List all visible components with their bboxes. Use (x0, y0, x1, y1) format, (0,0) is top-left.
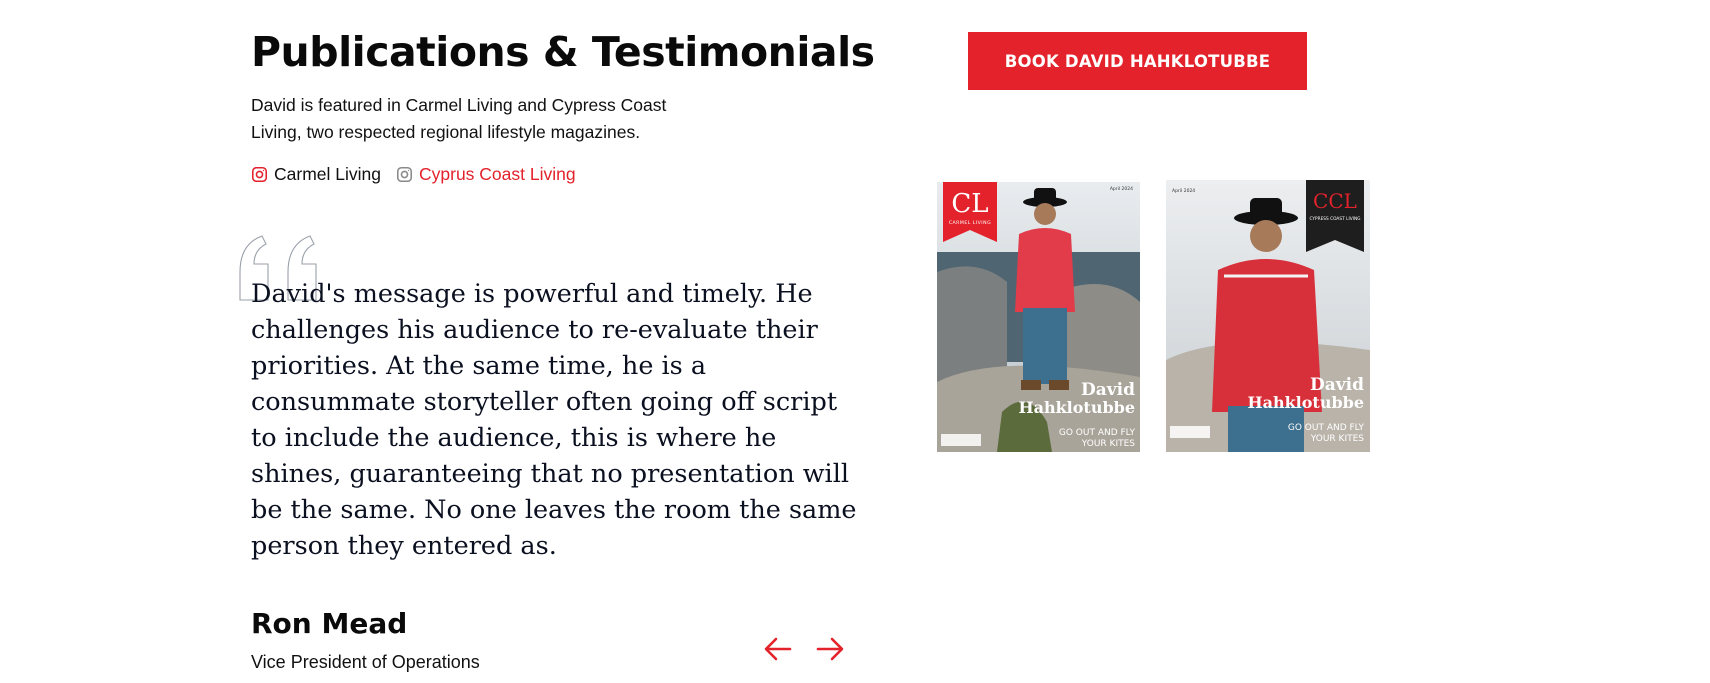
book-david-button[interactable]: BOOK DAVID HAHKLOTUBBE (968, 32, 1307, 90)
instagram-icon (396, 166, 413, 183)
cl-cover-name-last: Hahklotubbe (1018, 398, 1135, 417)
carmel-living-cover[interactable]: CL CARMEL LIVING April 2024 David Hahklo… (937, 182, 1140, 452)
cl-issue-date: April 2024 (1110, 186, 1133, 192)
arrow-left-icon[interactable] (763, 636, 793, 662)
ccl-issue-date: April 2024 (1172, 188, 1195, 194)
testimonial-quote: David's message is powerful and timely. … (251, 279, 857, 561)
arrow-right-icon[interactable] (815, 636, 845, 662)
cl-masthead: CL (951, 189, 988, 219)
testimonial-author: Ron Mead (251, 607, 408, 640)
testimonial-role: Vice President of Operations (251, 652, 480, 672)
ccl-cover-tagline-1: GO OUT AND FLY (1288, 423, 1365, 433)
instagram-icon (251, 166, 268, 183)
cl-cover-tagline-2: YOUR KITES (1081, 439, 1136, 449)
carmel-living-link[interactable]: Carmel Living (251, 164, 381, 185)
ccl-masthead: CCL (1313, 189, 1357, 213)
cyprus-coast-living-link[interactable]: Cyprus Coast Living (396, 164, 576, 185)
carmel-living-cover-image: CL CARMEL LIVING April 2024 David Hahklo… (937, 182, 1140, 452)
cypress-coast-living-cover[interactable]: CCL CYPRESS COAST LIVING April 2024 Davi… (1166, 180, 1370, 452)
cypress-coast-living-cover-image: CCL CYPRESS COAST LIVING April 2024 Davi… (1166, 180, 1370, 452)
carmel-living-label: Carmel Living (274, 164, 381, 184)
ccl-cover-name-first: David (1310, 375, 1364, 395)
cl-cover-name-first: David (1081, 380, 1135, 400)
cl-cover-tagline-1: GO OUT AND FLY (1059, 428, 1136, 438)
cl-magazine-name: CARMEL LIVING (949, 220, 991, 226)
ccl-cover-name-last: Hahklotubbe (1247, 393, 1364, 412)
cyprus-coast-living-label: Cyprus Coast Living (419, 164, 576, 184)
section-intro: David is featured in Carmel Living and C… (251, 95, 667, 142)
ccl-magazine-name: CYPRESS COAST LIVING (1309, 216, 1360, 222)
section-title: Publications & Testimonials (251, 28, 875, 76)
ccl-cover-tagline-2: YOUR KITES (1310, 434, 1365, 444)
